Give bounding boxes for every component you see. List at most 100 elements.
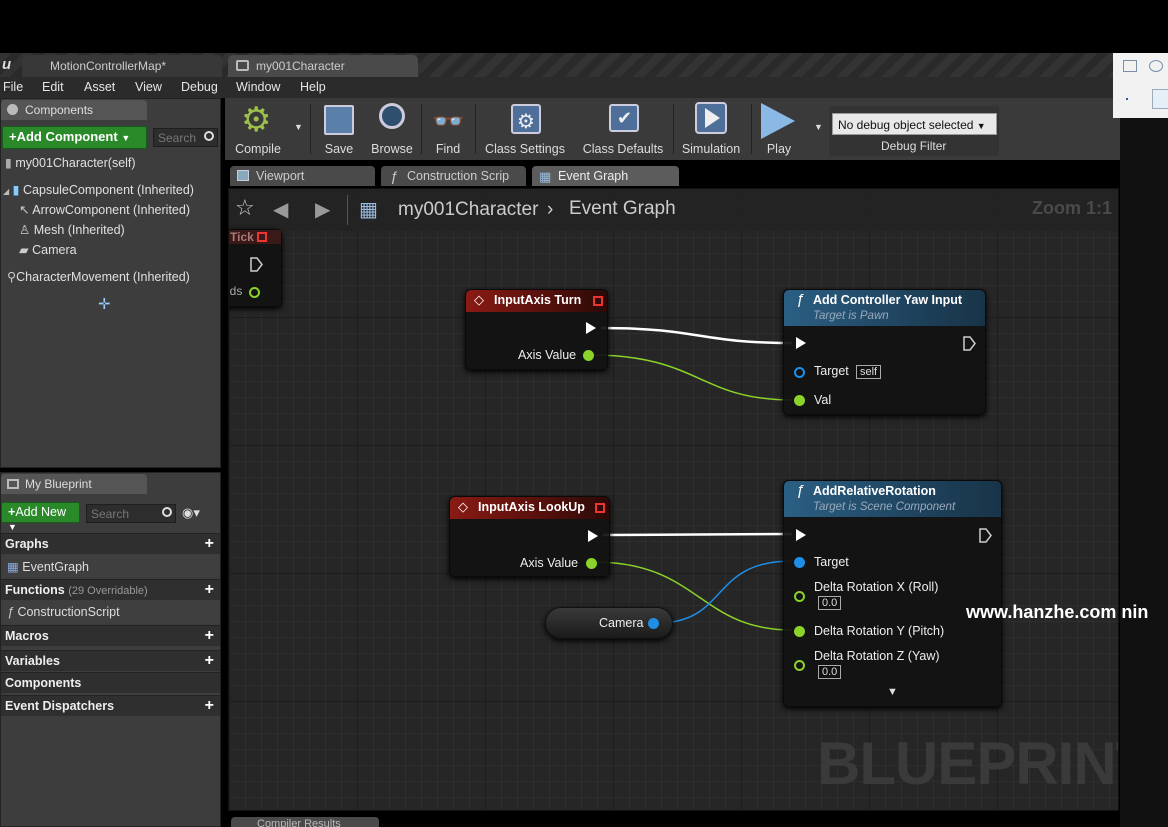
back-arrow-icon[interactable]: ◀ xyxy=(273,197,288,222)
exec-in-pin[interactable] xyxy=(796,337,806,349)
input-axis-turn-node[interactable]: ◇ InputAxis Turn Axis Value xyxy=(465,289,608,370)
tab-motion-controller-map[interactable]: MotionControllerMap* xyxy=(22,55,222,77)
tree-item-arrow[interactable]: ↖ ArrowComponent (Inherited) xyxy=(19,202,190,217)
favorite-star-icon[interactable]: ☆ xyxy=(235,195,255,221)
tick-pin-label: nds xyxy=(229,284,243,298)
tree-item-mesh[interactable]: ♙ Mesh (Inherited) xyxy=(19,222,125,237)
compile-button[interactable]: ⚙ Compile xyxy=(227,98,289,160)
target-self-value[interactable]: self xyxy=(856,365,882,379)
axis-value-pin[interactable] xyxy=(586,558,597,569)
exec-in-pin[interactable] xyxy=(796,529,806,541)
find-button[interactable]: 👓 Find xyxy=(425,98,471,160)
blueprint-toolbar: ⚙ Compile ▼ Save Browse 👓 Find ⚙ Class S… xyxy=(225,98,1120,160)
delta-rotation-y-pin[interactable] xyxy=(794,626,805,637)
tab-label: MotionControllerMap* xyxy=(50,59,167,73)
simulation-button[interactable]: Simulation xyxy=(677,98,745,160)
add-relative-rotation-node[interactable]: ƒ AddRelativeRotation Target is Scene Co… xyxy=(783,480,1002,707)
exec-out-pin[interactable] xyxy=(586,322,596,334)
exec-out-pin[interactable] xyxy=(588,530,598,542)
exec-out-pin[interactable] xyxy=(250,257,263,272)
class-settings-button[interactable]: ⚙ Class Settings xyxy=(479,98,571,160)
menu-window[interactable]: Window xyxy=(236,80,280,94)
expand-advanced-arrow-icon[interactable]: ▼ xyxy=(887,686,898,698)
window-circle-icon[interactable] xyxy=(1149,60,1163,72)
event-marker-icon xyxy=(595,503,605,513)
add-graph-plus-icon[interactable]: + xyxy=(205,535,214,553)
delta-rotation-z-value[interactable]: 0.0 xyxy=(818,665,842,679)
delta-rotation-z-pin[interactable] xyxy=(794,660,805,671)
node-title: InputAxis LookUp xyxy=(478,500,585,514)
debug-object-select[interactable]: No debug object selected ▼ xyxy=(832,113,997,135)
components-icon xyxy=(7,104,18,115)
event-tick-node-partial[interactable]: Tick nds xyxy=(229,229,282,307)
unreal-logo-icon[interactable]: u xyxy=(2,56,11,73)
add-function-plus-icon[interactable]: + xyxy=(205,581,214,599)
val-pin[interactable] xyxy=(794,395,805,406)
tab-event-graph[interactable]: ▦ Event Graph xyxy=(532,166,679,186)
compiler-results-tab[interactable]: Compiler Results xyxy=(231,817,379,827)
target-pin[interactable] xyxy=(794,367,805,378)
delta-rotation-x-value[interactable]: 0.0 xyxy=(818,596,842,610)
camera-variable-node[interactable]: Camera xyxy=(545,607,673,639)
delta-rotation-z-label: Delta Rotation Z (Yaw) xyxy=(814,649,940,663)
components-search-input[interactable]: Search xyxy=(153,128,218,147)
menu-file[interactable]: File xyxy=(3,80,23,94)
delta-rotation-x-pin[interactable] xyxy=(794,591,805,602)
tree-item-capsule[interactable]: ◢ ▮ CapsuleComponent (Inherited) xyxy=(3,182,194,197)
menu-view[interactable]: View xyxy=(135,80,162,94)
category-event-dispatchers[interactable]: Event Dispatchers + xyxy=(1,695,220,716)
my-blueprint-tab[interactable]: My Blueprint xyxy=(1,474,147,494)
mouse-cursor-icon: ✛ xyxy=(98,296,111,313)
target-pin[interactable] xyxy=(794,557,805,568)
graph-item-eventgraph[interactable]: ▦ EventGraph xyxy=(1,555,220,577)
breadcrumb-root[interactable]: my001Character xyxy=(398,199,538,221)
add-dispatcher-plus-icon[interactable]: + xyxy=(205,697,214,715)
category-functions[interactable]: Functions (29 Overridable) + xyxy=(1,579,220,600)
exec-out-pin[interactable] xyxy=(979,528,992,543)
tab-my001character[interactable]: my001Character xyxy=(228,55,418,77)
compile-options-dropdown-icon[interactable]: ▼ xyxy=(294,122,303,132)
window-square-icon[interactable] xyxy=(1123,60,1137,72)
add-component-button[interactable]: +Add Component ▼ xyxy=(2,126,147,149)
view-options-eye-icon[interactable]: ◉▾ xyxy=(182,505,200,521)
menu-help[interactable]: Help xyxy=(300,80,326,94)
tree-item-character-movement[interactable]: ⚲CharacterMovement (Inherited) xyxy=(7,269,190,284)
category-components[interactable]: Components xyxy=(1,672,220,693)
class-defaults-button[interactable]: ✔ Class Defaults xyxy=(577,98,669,160)
components-panel-tab[interactable]: Components xyxy=(1,100,147,120)
tree-item-self[interactable]: ▮ my001Character(self) xyxy=(5,155,136,170)
menu-debug[interactable]: Debug xyxy=(181,80,218,94)
add-variable-plus-icon[interactable]: + xyxy=(205,652,214,670)
camera-out-pin[interactable] xyxy=(648,618,659,629)
browse-button[interactable]: Browse xyxy=(367,98,417,160)
axis-value-pin[interactable] xyxy=(583,350,594,361)
delta-seconds-pin[interactable] xyxy=(249,287,260,298)
tab-construction-script[interactable]: ƒ Construction Scrip xyxy=(381,166,526,186)
category-graphs[interactable]: Graphs + xyxy=(1,533,220,554)
tab-label: my001Character xyxy=(256,59,345,73)
tree-item-camera[interactable]: ▰ Camera xyxy=(19,242,77,257)
tab-viewport[interactable]: Viewport xyxy=(230,166,375,186)
input-axis-lookup-node[interactable]: ◇ InputAxis LookUp Axis Value xyxy=(449,496,610,577)
arrow-component-icon: ↖ xyxy=(19,203,30,217)
add-controller-yaw-input-node[interactable]: ƒ Add Controller Yaw Input Target is Paw… xyxy=(783,289,986,415)
exec-out-pin[interactable] xyxy=(963,336,976,351)
watermark-overlay-text: www.hanzhe.com nin xyxy=(966,602,1149,622)
add-new-button[interactable]: +Add New ▼ xyxy=(1,502,80,532)
graph-icon: ▦ xyxy=(7,560,19,574)
category-variables[interactable]: Variables + xyxy=(1,650,220,671)
play-button[interactable]: Play xyxy=(755,98,803,160)
event-graph-canvas[interactable]: ☆ ◀ ▶ ▦ my001Character › Event Graph Zoo… xyxy=(228,188,1119,811)
menu-edit[interactable]: Edit xyxy=(42,80,64,94)
function-item-construction-script[interactable]: ƒ ConstructionScript xyxy=(1,601,220,623)
my-blueprint-search-input[interactable]: Search xyxy=(86,504,176,523)
function-icon: ƒ xyxy=(796,482,805,499)
window-selected-icon[interactable] xyxy=(1152,89,1168,109)
play-options-dropdown-icon[interactable]: ▼ xyxy=(814,122,823,132)
forward-arrow-icon[interactable]: ▶ xyxy=(315,197,330,222)
add-macro-plus-icon[interactable]: + xyxy=(205,627,214,645)
delta-rotation-y-label: Delta Rotation Y (Pitch) xyxy=(814,624,945,638)
category-macros[interactable]: Macros + xyxy=(1,625,220,646)
menu-asset[interactable]: Asset xyxy=(84,80,115,94)
save-button[interactable]: Save xyxy=(315,98,363,160)
